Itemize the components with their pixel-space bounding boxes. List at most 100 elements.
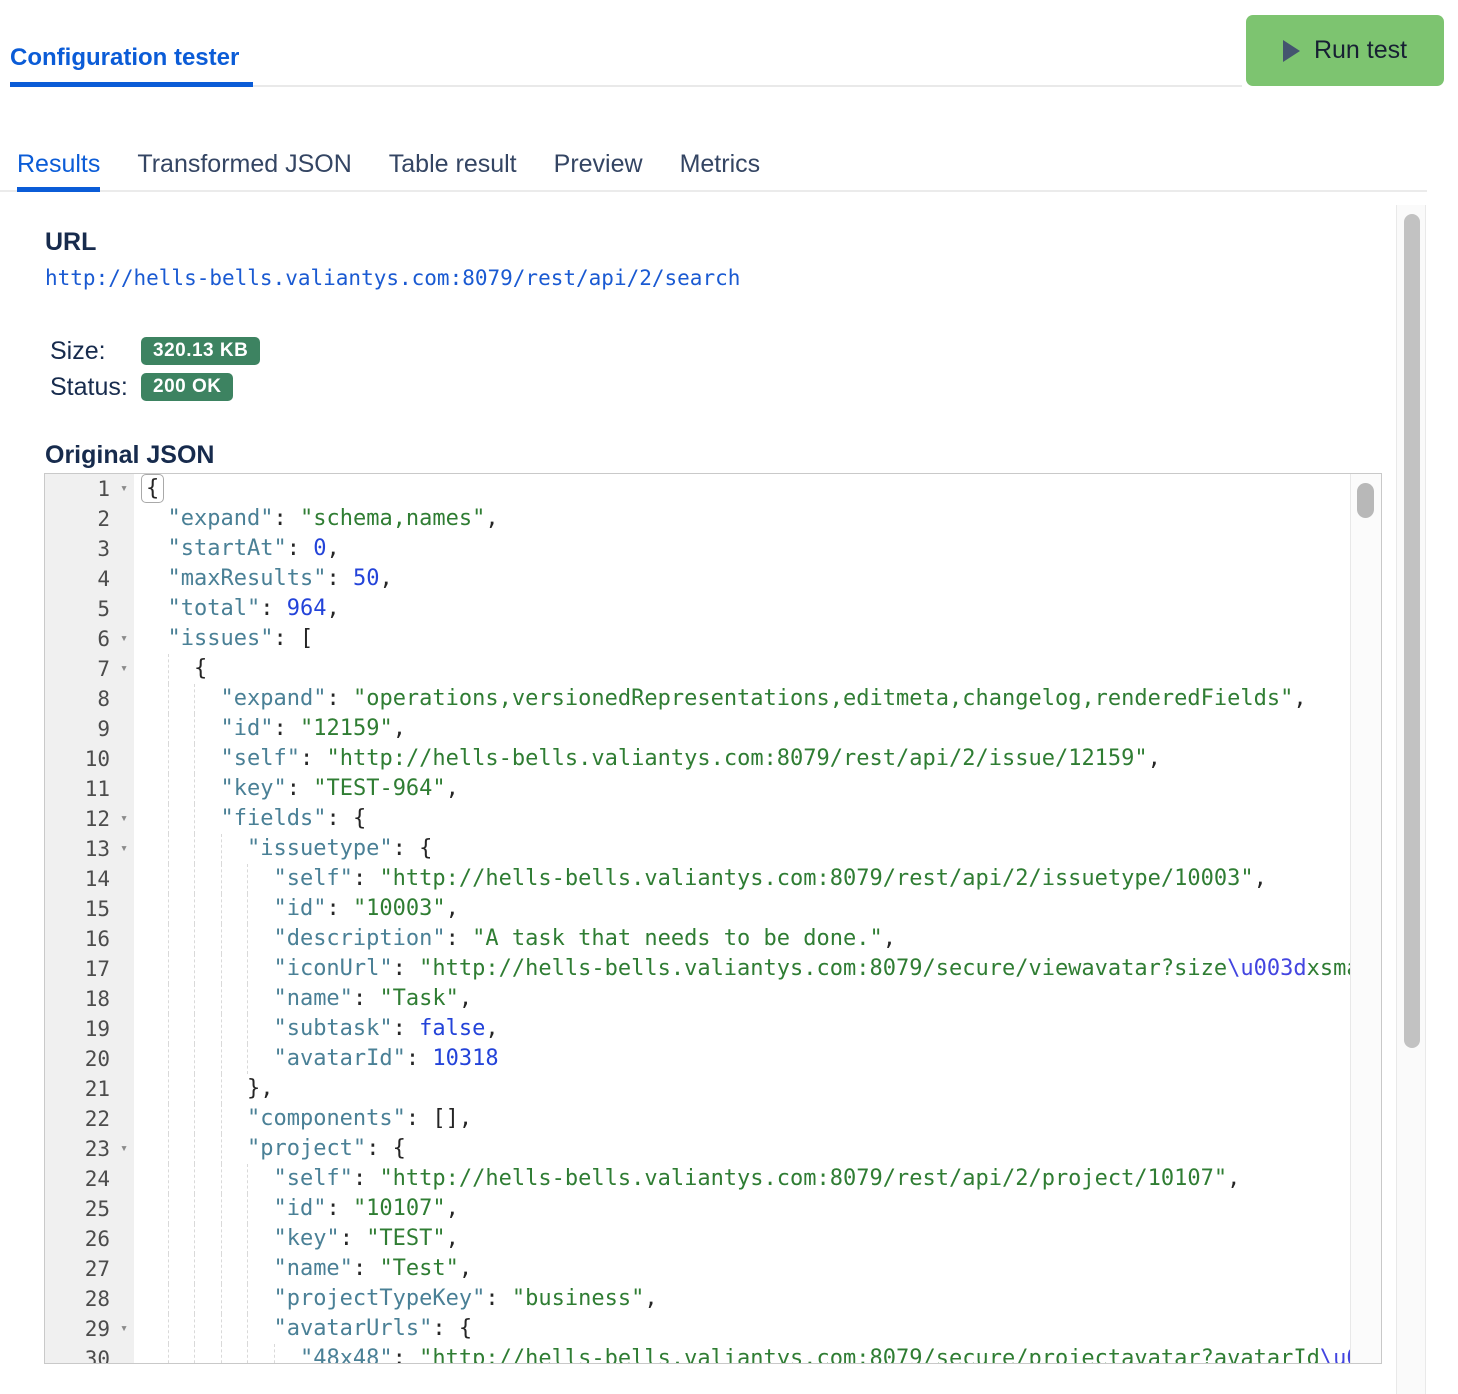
indent-guide [194,804,195,834]
indent-guide [194,1284,195,1314]
line-number: 17 [45,954,134,984]
code-line[interactable]: "id": "12159", [134,714,1350,744]
code-line[interactable]: "48x48": "http://hells-bells.valiantys.c… [134,1344,1350,1363]
indent-guide [194,1134,195,1164]
code-line[interactable]: "name": "Task", [134,984,1350,1014]
indent-guide [247,984,248,1014]
size-badge: 320.13 KB [141,337,260,365]
code-line[interactable]: "self": "http://hells-bells.valiantys.co… [134,864,1350,894]
indent-guide [194,1194,195,1224]
code-line[interactable]: "avatarUrls": { [134,1314,1350,1344]
fold-arrow-icon[interactable]: ▾ [120,1314,128,1344]
code-line[interactable]: "components": [], [134,1104,1350,1134]
indent-guide [168,894,169,924]
indent-guide [247,1314,248,1344]
indent-guide [194,984,195,1014]
code-line[interactable]: "id": "10003", [134,894,1350,924]
indent-guide [168,714,169,744]
indent-guide [247,1014,248,1044]
indent-guide [221,1314,222,1344]
line-number: 21 [45,1074,134,1104]
code-line[interactable]: "maxResults": 50, [134,564,1350,594]
tab-table-result[interactable]: Table result [389,150,517,192]
code-line[interactable]: "fields": { [134,804,1350,834]
code-line[interactable]: { [134,654,1350,684]
indent-guide [247,924,248,954]
fold-arrow-icon[interactable]: ▾ [120,834,128,864]
indent-guide [247,1164,248,1194]
code-line[interactable]: "subtask": false, [134,1014,1350,1044]
code-line[interactable]: "total": 964, [134,594,1350,624]
url-heading: URL [45,228,96,257]
code-line[interactable]: "expand": "operations,versionedRepresent… [134,684,1350,714]
code-line[interactable]: "id": "10107", [134,1194,1350,1224]
indent-guide [247,954,248,984]
indent-guide [194,1014,195,1044]
indent-guide [168,984,169,1014]
fold-arrow-icon[interactable]: ▾ [120,1134,128,1164]
code-line[interactable]: "project": { [134,1134,1350,1164]
code-line[interactable]: "self": "http://hells-bells.valiantys.co… [134,1164,1350,1194]
indent-guide [194,834,195,864]
tab-metrics[interactable]: Metrics [680,150,761,192]
code-line[interactable]: "key": "TEST", [134,1224,1350,1254]
indent-guide [247,1224,248,1254]
line-number: 5 [45,594,134,624]
indent-guide [168,1044,169,1074]
indent-guide [221,1344,222,1363]
line-number: 25 [45,1194,134,1224]
code-line[interactable]: "issues": [ [134,624,1350,654]
code-line[interactable]: "expand": "schema,names", [134,504,1350,534]
indent-guide [221,1284,222,1314]
title-underline [10,82,253,87]
indent-guide [247,894,248,924]
indent-guide [247,1044,248,1074]
line-number: 15 [45,894,134,924]
indent-guide [221,924,222,954]
editor-scrollbar[interactable] [1350,474,1381,1363]
fold-arrow-icon[interactable]: ▾ [120,624,128,654]
tab-preview[interactable]: Preview [554,150,643,192]
page-scrollbar-thumb[interactable] [1404,214,1420,1048]
code-line[interactable]: }, [134,1074,1350,1104]
fold-arrow-icon[interactable]: ▾ [120,804,128,834]
indent-guide [194,1224,195,1254]
editor-scrollbar-thumb[interactable] [1357,483,1374,518]
json-editor[interactable]: 1▾23456▾7▾89101112▾13▾141516171819202122… [44,473,1382,1364]
line-number: 30 [45,1344,134,1364]
line-number: 6▾ [45,624,134,654]
fold-arrow-icon[interactable]: ▾ [120,474,128,504]
code-line[interactable]: "description": "A task that needs to be … [134,924,1350,954]
status-badge: 200 OK [141,373,233,401]
line-number: 7▾ [45,654,134,684]
run-test-button[interactable]: Run test [1246,15,1444,86]
fold-arrow-icon[interactable]: ▾ [120,654,128,684]
code-line[interactable]: "avatarId": 10318 [134,1044,1350,1074]
line-number: 24 [45,1164,134,1194]
code-line[interactable]: "projectTypeKey": "business", [134,1284,1350,1314]
editor-code[interactable]: { "expand": "schema,names", "startAt": 0… [134,474,1350,1363]
code-line[interactable]: { [134,474,1350,504]
code-line[interactable]: "key": "TEST-964", [134,774,1350,804]
url-link[interactable]: http://hells-bells.valiantys.com:8079/re… [45,266,740,290]
tab-transformed-json[interactable]: Transformed JSON [137,150,351,192]
line-number: 19 [45,1014,134,1044]
indent-guide [194,894,195,924]
line-number: 2 [45,504,134,534]
indent-guide [221,1224,222,1254]
indent-guide [221,984,222,1014]
code-line[interactable]: "issuetype": { [134,834,1350,864]
indent-guide [247,1344,248,1363]
code-line[interactable]: "iconUrl": "http://hells-bells.valiantys… [134,954,1350,984]
indent-guide [221,864,222,894]
page-scrollbar[interactable] [1396,205,1426,1394]
line-number: 27 [45,1254,134,1284]
code-line[interactable]: "self": "http://hells-bells.valiantys.co… [134,744,1350,774]
tab-results[interactable]: Results [17,150,100,192]
indent-guide [194,864,195,894]
code-line[interactable]: "name": "Test", [134,1254,1350,1284]
line-number: 8 [45,684,134,714]
code-line[interactable]: "startAt": 0, [134,534,1350,564]
page-title[interactable]: Configuration tester [10,44,239,72]
line-number: 28 [45,1284,134,1314]
